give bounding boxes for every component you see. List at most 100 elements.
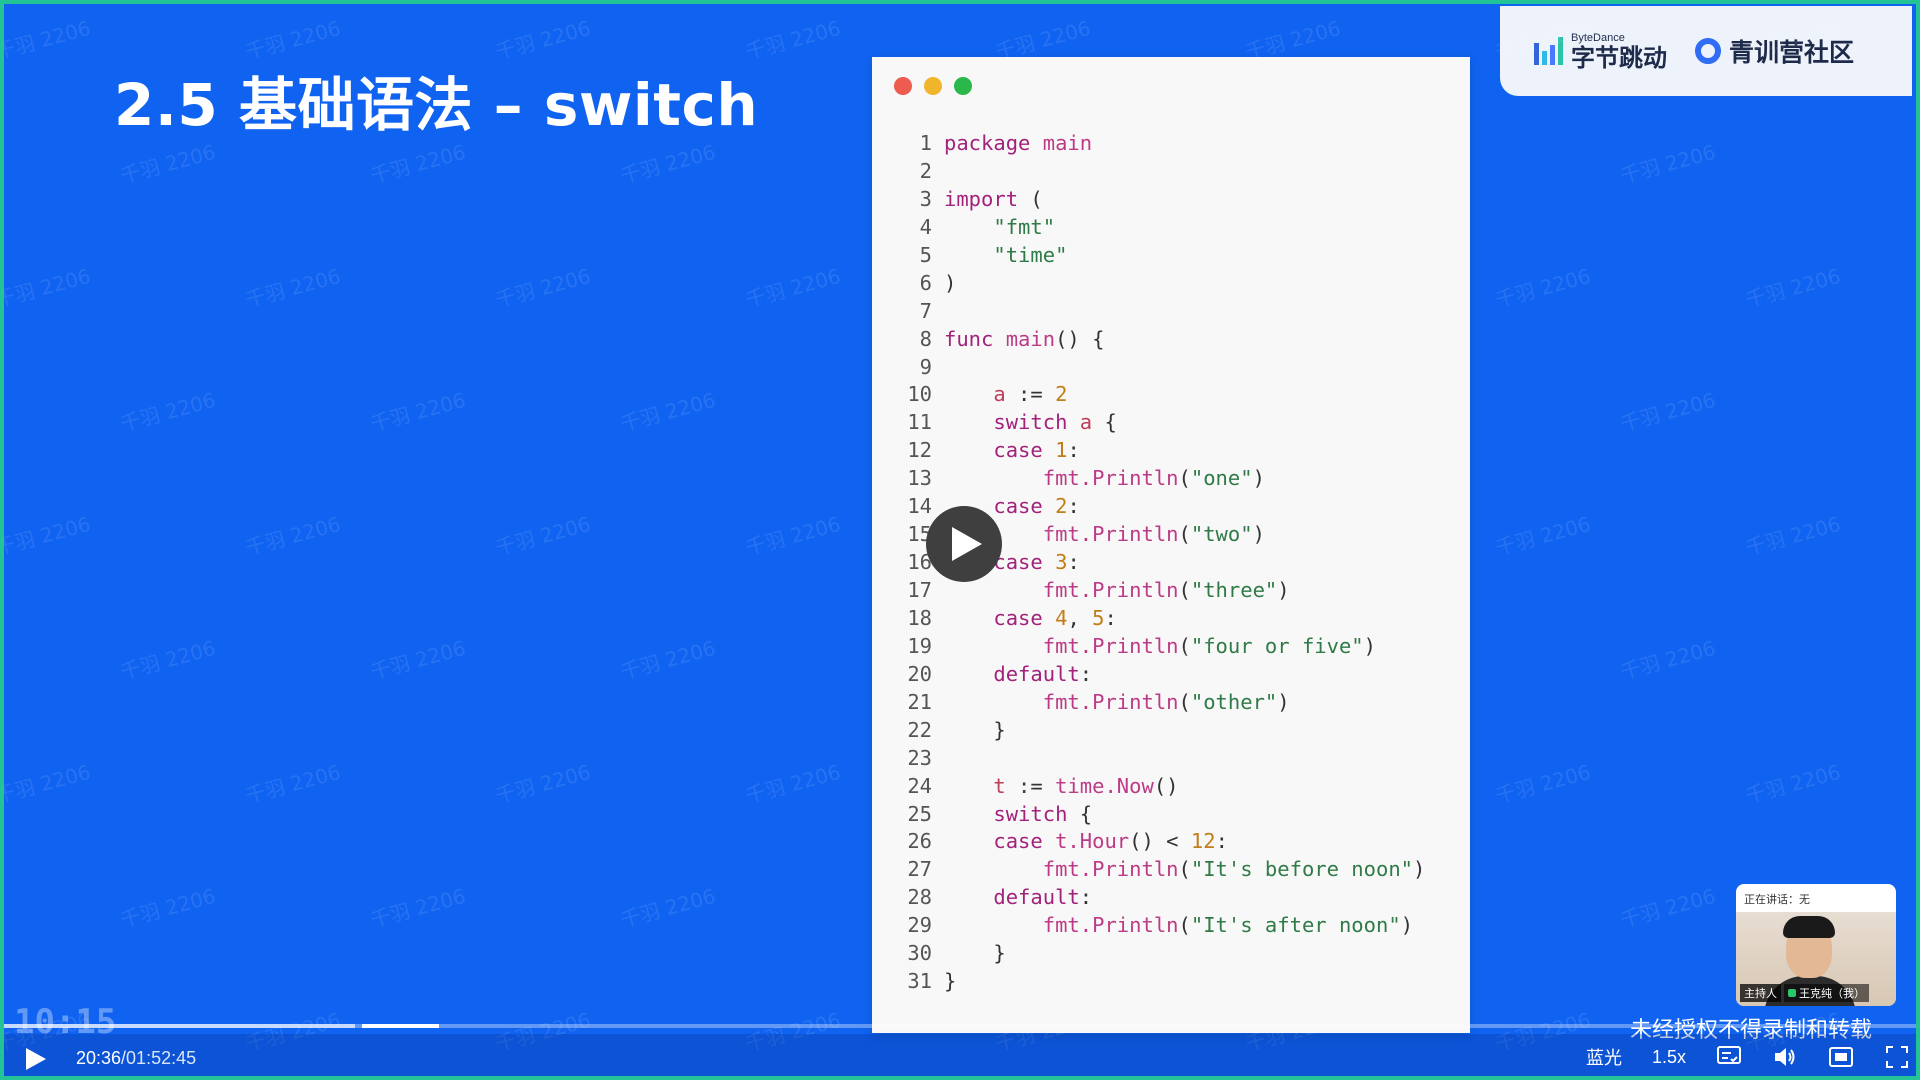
line-number: 5 [919, 242, 932, 267]
code-line: 24 t := time.Now() [872, 773, 1470, 801]
code-line: 12 case 1: [872, 437, 1470, 465]
code-line: 27 fmt.Println("It's before noon") [872, 856, 1470, 884]
line-number: 17 [907, 578, 932, 602]
watermark: 千羽 2206 [117, 883, 219, 933]
line-number: 30 [907, 941, 932, 966]
volume-icon [1775, 1048, 1795, 1066]
play-icon [26, 1048, 46, 1070]
watermark: 千羽 2206 [367, 635, 469, 685]
total-time: /01:52:45 [121, 1048, 197, 1068]
pip-icon [1829, 1047, 1853, 1067]
bytedance-logo-icon [1534, 37, 1563, 65]
watermark: 千羽 2206 [242, 759, 344, 809]
watermark: 千羽 2206 [117, 635, 219, 685]
code-line: 3 import ( [872, 186, 1470, 214]
play-button[interactable] [26, 1048, 48, 1070]
code-line: 25 switch { [872, 801, 1470, 829]
line-number: 29 [907, 913, 932, 938]
brand-name-en: ByteDance [1571, 31, 1625, 44]
line-number: 23 [907, 745, 932, 770]
code-text: } [944, 717, 1006, 742]
code-text: a := 2 [993, 382, 1068, 407]
code-line: 6) [872, 270, 1470, 298]
play-icon [952, 527, 982, 561]
line-number: 24 [907, 773, 932, 798]
code-text: case 4, 5: [993, 605, 1117, 630]
line-number: 19 [907, 633, 932, 658]
line-number: 26 [907, 829, 932, 854]
line-number: 4 [919, 214, 932, 239]
line-number: 27 [907, 857, 932, 882]
code-line: 18 case 4, 5: [872, 605, 1470, 633]
code-text: } [944, 941, 1006, 966]
code-text: fmt.Println("It's before noon") [1042, 857, 1426, 882]
code-text: } [944, 969, 957, 994]
watermark: 千羽 2206 [0, 511, 94, 561]
line-number: 3 [919, 186, 932, 211]
volume-button[interactable] [1772, 1044, 1798, 1070]
watermark: 千羽 2206 [617, 139, 719, 189]
watermark: 千羽 2206 [0, 15, 94, 65]
speed-selector[interactable]: 1.5x [1652, 1047, 1686, 1068]
slide-title: 2.5 基础语法 – switch [114, 71, 759, 139]
watermark: 千羽 2206 [617, 635, 719, 685]
line-number: 22 [907, 717, 932, 742]
current-time: 20:36 [76, 1048, 122, 1068]
line-number: 8 [919, 326, 932, 351]
maximize-dot-icon [954, 77, 972, 95]
watermark: 千羽 2206 [1742, 263, 1844, 313]
watermark: 千羽 2206 [742, 263, 844, 313]
watermark: 千羽 2206 [1492, 759, 1594, 809]
watermark: 千羽 2206 [1617, 387, 1719, 437]
video-stage[interactable]: 千羽 2206 千羽 2206 千羽 2206 千羽 2206 千羽 2206 千羽 22… [0, 0, 1920, 1080]
bytedance-logo: ByteDance 字节跳动 [1534, 31, 1667, 72]
subtitles-button[interactable] [1716, 1044, 1742, 1070]
code-text: fmt.Println("other") [1042, 689, 1290, 714]
watermark: 千羽 2206 [1617, 139, 1719, 189]
watermark: 千羽 2206 [1742, 759, 1844, 809]
code-text: fmt.Println("one") [1042, 466, 1265, 491]
code-line: 13 fmt.Println("one") [872, 465, 1470, 493]
code-text: ) [944, 270, 957, 295]
code-text: package main [944, 131, 1093, 155]
code-text: case t.Hour() < 12: [993, 829, 1228, 854]
line-number: 9 [919, 354, 932, 379]
line-number: 6 [919, 270, 932, 295]
code-text: fmt.Println("four or five") [1042, 633, 1376, 658]
code-text: import ( [944, 186, 1043, 211]
center-play-button[interactable] [926, 506, 1002, 582]
watermark: 千羽 2206 [492, 511, 594, 561]
code-line: 28 default: [872, 884, 1470, 912]
brand-name-cn: 字节跳动 [1571, 43, 1667, 72]
watermark: 千羽 2206 [117, 387, 219, 437]
watermark: 千羽 2206 [742, 759, 844, 809]
code-line: 10 a := 2 [872, 381, 1470, 409]
fullscreen-button[interactable] [1884, 1044, 1910, 1070]
watermark: 千羽 2206 [1617, 883, 1719, 933]
line-number: 28 [907, 885, 932, 910]
pip-button[interactable] [1828, 1044, 1854, 1070]
line-number: 18 [907, 605, 932, 630]
code-line: 7 [872, 298, 1470, 326]
line-number: 7 [919, 298, 932, 323]
code-line: 5 "time" [872, 242, 1470, 270]
watermark: 千羽 2206 [1492, 263, 1594, 313]
watermark: 千羽 2206 [117, 139, 219, 189]
code-line: 8 func main() { [872, 326, 1470, 354]
speaker-video: 主持人 王克纯（我） [1736, 912, 1896, 1006]
code-text: default: [993, 885, 1093, 910]
line-number: 13 [907, 466, 932, 491]
mic-icon [1788, 989, 1796, 997]
watermark: 千羽 2206 [492, 759, 594, 809]
line-number: 20 [907, 661, 932, 686]
player-controls: 20:36/01:52:45 蓝光 1.5x [4, 1034, 1916, 1076]
code-text: switch a { [993, 410, 1117, 435]
line-number: 11 [907, 410, 932, 435]
code-line: 26 case t.Hour() < 12: [872, 828, 1470, 856]
time-display: 20:36/01:52:45 [76, 1048, 196, 1069]
speaker-video-card[interactable]: 正在讲话：无 主持人 王克纯（我） [1736, 884, 1896, 1006]
quality-selector[interactable]: 蓝光 [1586, 1044, 1622, 1070]
window-controls [894, 77, 972, 95]
close-dot-icon [894, 77, 912, 95]
brand-card: ByteDance 字节跳动 青训营社区 [1500, 6, 1912, 96]
